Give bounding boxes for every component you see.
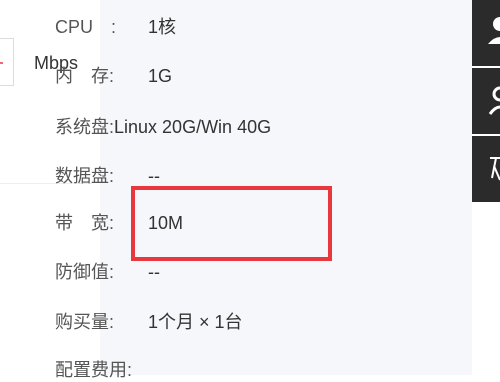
spec-row-cpu: CPU : 1核 — [55, 15, 176, 39]
spec-label: 内 存: — [55, 66, 115, 86]
spec-label: 配置费用: — [55, 360, 133, 380]
spec-row-memory: 内 存: 1G — [55, 64, 172, 88]
spec-value: 1个月 × 1台 — [148, 312, 243, 332]
spec-row-data-disk: 数据盘: -- — [55, 164, 160, 188]
user-icon — [488, 17, 500, 44]
spec-value: Linux 20G/Win 40G — [114, 117, 272, 137]
toolbar-button-customer-service[interactable] — [472, 0, 500, 66]
spec-label: 防御值: — [55, 262, 115, 282]
spec-row-defense: 防御值: -- — [55, 260, 160, 284]
spec-row-system-disk: 系统盘:Linux 20G/Win 40G — [55, 115, 271, 139]
plus-icon — [0, 62, 3, 64]
spec-label: CPU : — [55, 17, 117, 37]
spec-label: 数据盘: — [55, 166, 115, 186]
spec-row-fee: 配置费用: — [55, 358, 132, 382]
spec-label: 系统盘: — [55, 117, 115, 137]
spec-value: -- — [148, 262, 160, 282]
toolbar-button-account[interactable] — [472, 68, 500, 134]
toolbar-button-feedback[interactable] — [472, 136, 500, 202]
spec-row-quantity: 购买量: 1个月 × 1台 — [55, 310, 243, 334]
spec-label: 购买量: — [55, 312, 115, 332]
spec-value: 1G — [148, 66, 173, 86]
text-icon — [490, 157, 500, 181]
bandwidth-increase-button[interactable] — [0, 38, 14, 86]
spec-value: -- — [148, 166, 160, 186]
floating-toolbar — [472, 0, 500, 375]
bandwidth-highlight-box — [131, 186, 332, 261]
user-icon — [488, 86, 500, 115]
spec-value: 1核 — [148, 17, 177, 37]
